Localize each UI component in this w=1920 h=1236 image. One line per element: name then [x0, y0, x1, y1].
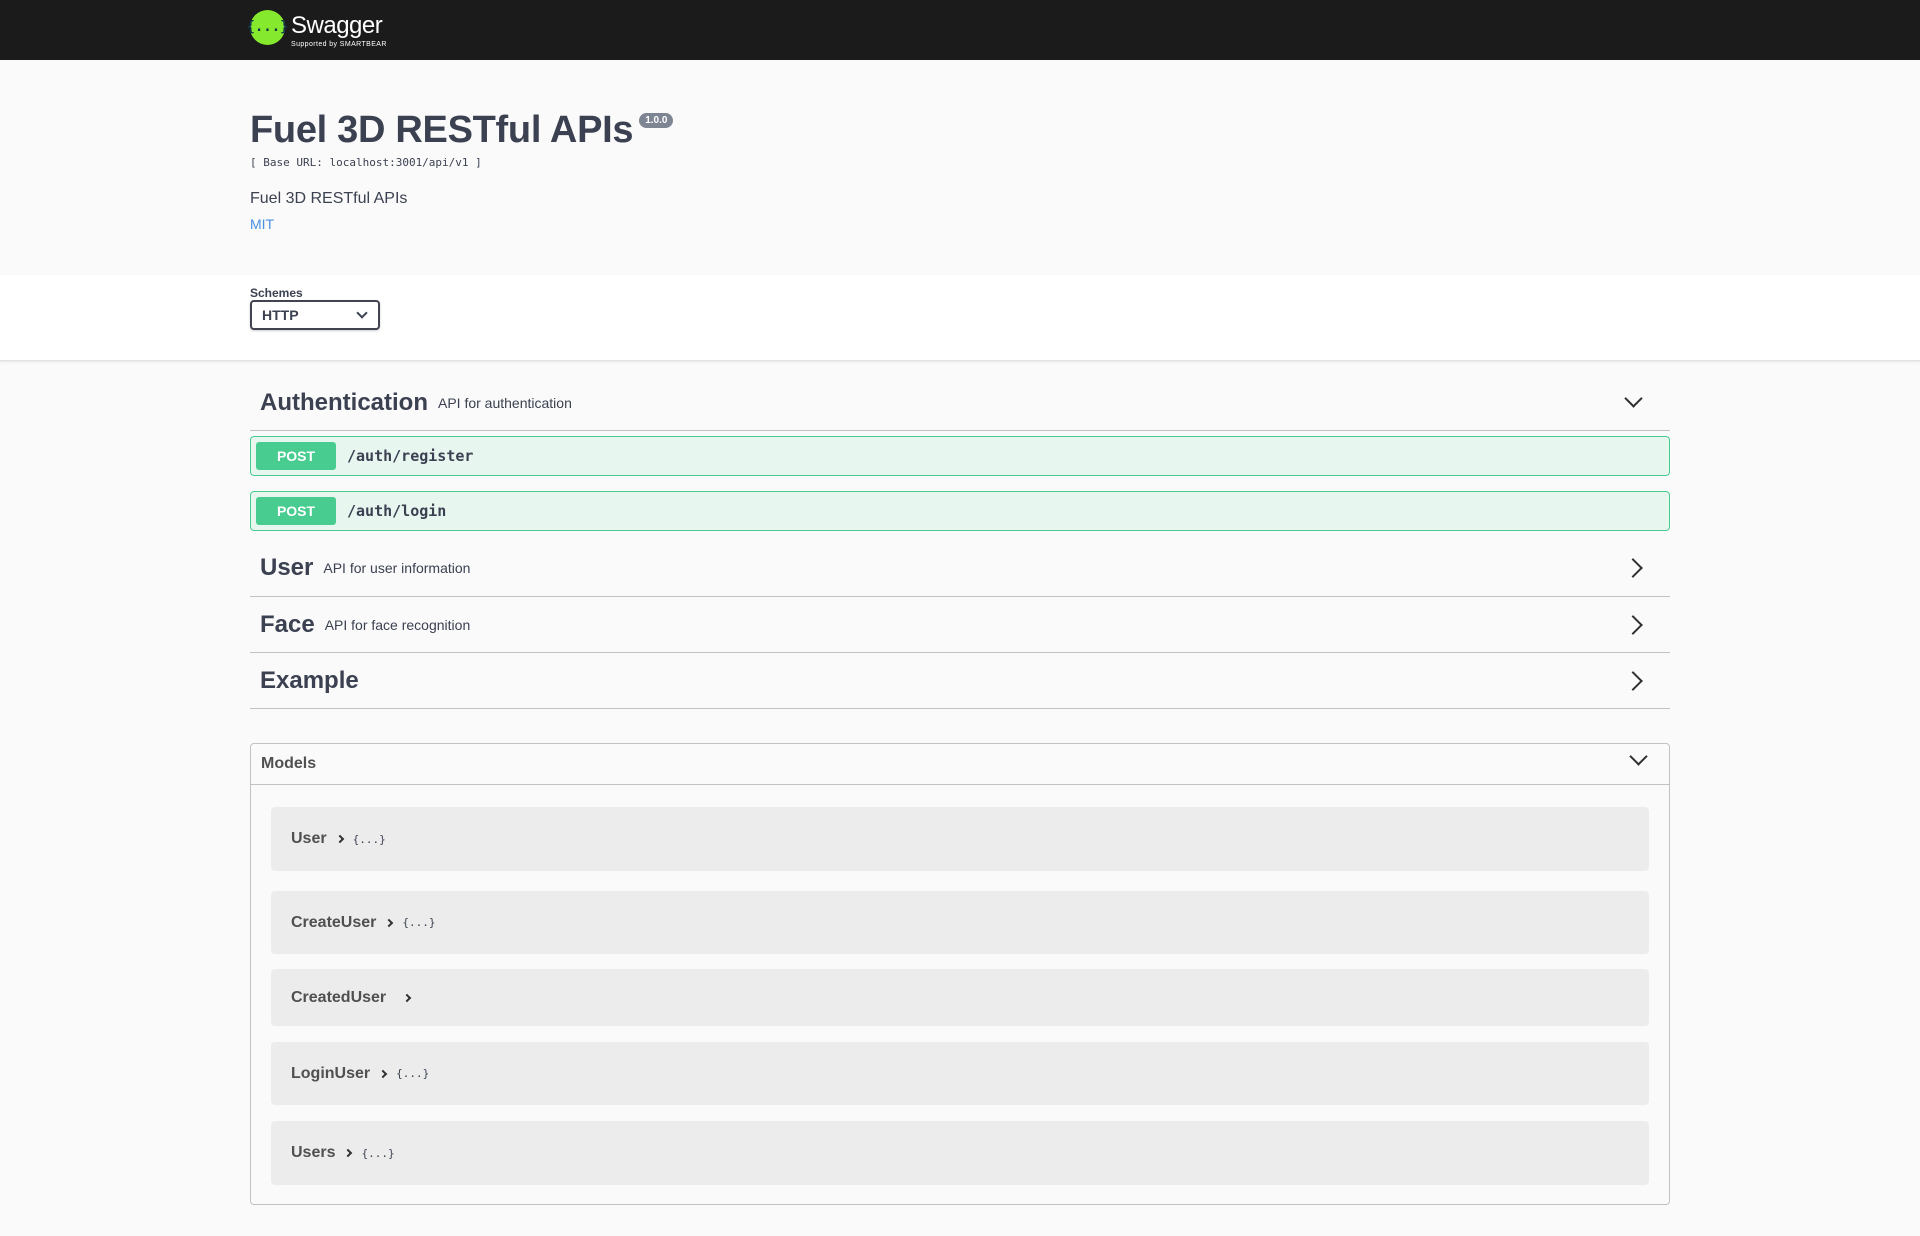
operation-post-auth-login[interactable]: POST /auth/login — [250, 491, 1670, 531]
models-header[interactable]: Models — [251, 744, 1669, 785]
chevron-down-icon — [356, 307, 368, 319]
tag-example[interactable]: Example — [250, 653, 1670, 709]
topbar: {...} Swagger Supported by SMARTBEAR — [0, 0, 1920, 60]
swagger-logo-icon: {...} — [246, 9, 289, 45]
chevron-right-icon — [385, 918, 394, 927]
schemes-section: Schemes HTTP — [0, 275, 1920, 361]
model-brace: {...} — [402, 916, 436, 929]
chevron-right-icon — [402, 993, 412, 1002]
tag-name: User — [260, 554, 314, 581]
model-loginuser[interactable]: LoginUser {...} — [271, 1042, 1649, 1105]
model-users[interactable]: Users {...} — [271, 1121, 1649, 1185]
api-info: Fuel 3D RESTful APIs 1.0.0 [ Base URL: l… — [250, 108, 1670, 234]
model-name: CreateUser — [291, 913, 377, 931]
license-link[interactable]: MIT — [250, 216, 274, 232]
model-brace: {...} — [361, 1146, 395, 1160]
tag-name: Face — [260, 610, 315, 638]
tag-description: API for face recognition — [324, 616, 471, 633]
chevron-right-icon — [1623, 558, 1643, 578]
models-title: Models — [261, 755, 317, 772]
schemes-select[interactable]: HTTP — [250, 300, 380, 330]
chevron-down-icon — [1629, 747, 1648, 766]
model-user[interactable]: User {...} — [271, 807, 1649, 871]
operation-post-auth-register[interactable]: POST /auth/register — [250, 436, 1670, 476]
method-badge: POST — [256, 442, 336, 470]
chevron-right-icon — [344, 1148, 353, 1158]
tag-toggle[interactable] — [1623, 614, 1643, 635]
model-name: LoginUser — [291, 1064, 371, 1082]
model-brace: {...} — [352, 832, 386, 846]
api-description: Fuel 3D RESTful APIs — [250, 190, 408, 207]
tag-description: API for authentication — [438, 394, 572, 411]
models-toggle[interactable] — [1629, 747, 1648, 766]
chevron-right-icon — [335, 834, 344, 844]
chevron-down-icon — [1624, 389, 1643, 408]
page-title: Fuel 3D RESTful APIs — [250, 109, 634, 151]
chevron-right-icon — [1623, 614, 1643, 635]
method-badge: POST — [256, 497, 336, 525]
operation-path: /auth/login — [347, 502, 447, 520]
logo-name: Swagger — [291, 12, 383, 39]
model-createuser[interactable]: CreateUser {...} — [271, 891, 1649, 954]
model-name: Users — [291, 1144, 336, 1161]
tag-authentication[interactable]: Authentication API for authentication — [250, 375, 1670, 431]
operation-path: /auth/register — [347, 447, 474, 465]
model-brace: {...} — [396, 1067, 430, 1080]
model-createduser[interactable]: CreatedUser — [271, 969, 1649, 1026]
tag-toggle[interactable] — [1623, 670, 1643, 691]
tag-name: Authentication — [260, 388, 428, 416]
logo-text: Swagger Supported by SMARTBEAR — [291, 9, 401, 48]
schemes-label: Schemes — [250, 286, 303, 300]
models-section: Models User {...} CreateUser {...} Creat… — [250, 743, 1670, 1205]
tag-description: API for user information — [323, 560, 471, 576]
title-row: Fuel 3D RESTful APIs 1.0.0 — [250, 108, 1670, 152]
swagger-logo[interactable]: {...} Swagger Supported by SMARTBEAR — [246, 9, 401, 48]
model-name: User — [291, 830, 327, 847]
base-url: [ Base URL: localhost:3001/api/v1 ] — [250, 156, 482, 169]
schemes-selected-value: HTTP — [262, 307, 299, 323]
tag-name: Example — [260, 666, 359, 694]
tag-toggle[interactable] — [1624, 389, 1643, 408]
tag-toggle[interactable] — [1623, 558, 1643, 578]
logo-supported-by: Supported by SMARTBEAR — [291, 41, 387, 48]
chevron-right-icon — [1623, 670, 1643, 691]
model-name: CreatedUser — [291, 988, 387, 1006]
tag-user[interactable]: User API for user information — [250, 540, 1670, 597]
tag-face[interactable]: Face API for face recognition — [250, 597, 1670, 653]
chevron-right-icon — [378, 1069, 388, 1078]
version-badge: 1.0.0 — [639, 113, 674, 128]
